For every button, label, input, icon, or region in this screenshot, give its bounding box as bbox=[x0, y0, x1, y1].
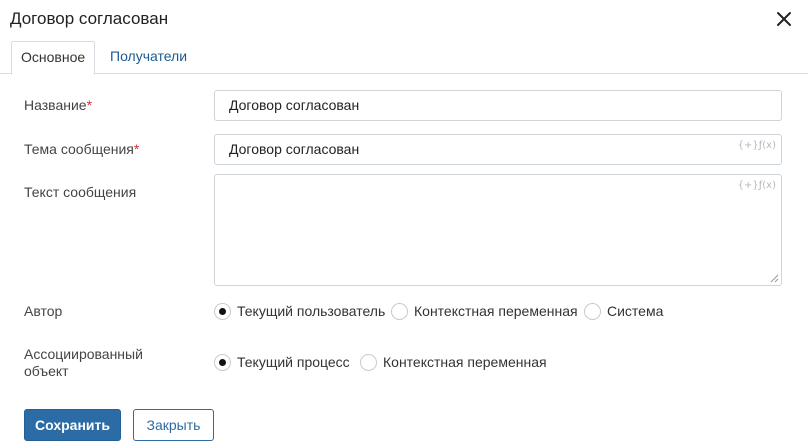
author-label: Автор bbox=[24, 303, 63, 319]
save-button[interactable]: Сохранить bbox=[24, 409, 121, 441]
required-mark: * bbox=[133, 141, 140, 157]
assoc-option-context-variable[interactable]: Контекстная переменная bbox=[360, 352, 547, 372]
body-textarea[interactable]: {+}ƒ(x) bbox=[214, 174, 782, 286]
radio-label: Контекстная переменная bbox=[383, 354, 547, 370]
subject-label-text: Тема сообщения bbox=[24, 141, 134, 157]
resize-grip-icon[interactable] bbox=[770, 274, 779, 283]
dialog-title: Договор согласован bbox=[10, 9, 169, 28]
tab-bar: Основное Получатели bbox=[0, 41, 808, 75]
close-button[interactable]: Закрыть bbox=[133, 409, 214, 441]
fx-icon[interactable]: {+}ƒ(x) bbox=[738, 180, 776, 191]
close-icon[interactable] bbox=[771, 6, 797, 32]
radio-unchecked-icon[interactable] bbox=[360, 353, 377, 371]
radio-label: Система bbox=[607, 303, 664, 319]
associated-object-radio-group: Текущий процесс Контекстная переменная bbox=[214, 352, 554, 372]
radio-label: Текущий процесс bbox=[237, 354, 350, 370]
subject-label: Тема сообщения* bbox=[24, 141, 139, 158]
radio-checked-icon[interactable] bbox=[214, 353, 231, 371]
subject-input-value: Договор согласован bbox=[229, 141, 360, 157]
fx-icon[interactable]: {+}ƒ(x) bbox=[738, 135, 776, 157]
name-input-value: Договор согласован bbox=[229, 97, 360, 113]
subject-input[interactable]: Договор согласован {+}ƒ(x) bbox=[214, 134, 782, 165]
radio-checked-icon[interactable] bbox=[214, 302, 231, 320]
radio-unchecked-icon[interactable] bbox=[584, 302, 601, 320]
assoc-option-current-process[interactable]: Текущий процесс bbox=[214, 352, 350, 372]
required-mark: * bbox=[86, 97, 93, 113]
author-option-current-user[interactable]: Текущий пользователь bbox=[214, 301, 385, 321]
radio-label: Контекстная переменная bbox=[414, 303, 578, 319]
tab-recipients[interactable]: Получатели bbox=[101, 41, 196, 74]
close-icon-glyph bbox=[777, 12, 791, 26]
author-radio-group: Текущий пользователь Контекстная перемен… bbox=[214, 301, 674, 321]
associated-object-label: Ассоциированный объект bbox=[24, 346, 143, 379]
radio-label: Текущий пользователь bbox=[237, 303, 386, 319]
radio-unchecked-icon[interactable] bbox=[391, 302, 408, 320]
author-option-context-variable[interactable]: Контекстная переменная bbox=[391, 301, 578, 321]
dialog: Договор согласован Основное Получатели Н… bbox=[0, 0, 808, 448]
name-label: Название* bbox=[24, 97, 92, 114]
body-label: Текст сообщения bbox=[24, 184, 137, 200]
tab-main[interactable]: Основное bbox=[11, 41, 96, 75]
name-input[interactable]: Договор согласован bbox=[214, 90, 782, 121]
name-label-text: Название bbox=[24, 97, 87, 113]
author-option-system[interactable]: Система bbox=[584, 301, 663, 321]
